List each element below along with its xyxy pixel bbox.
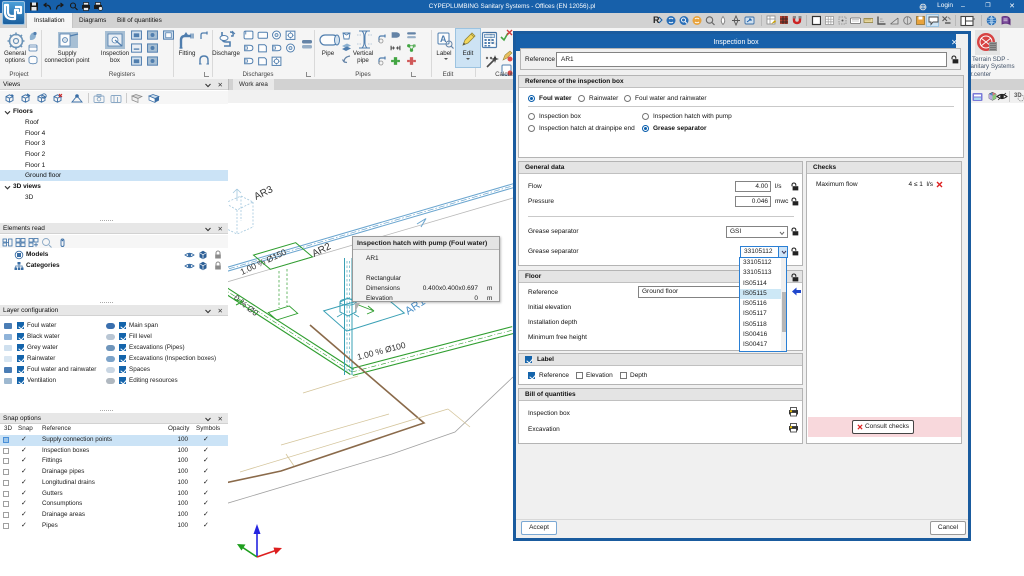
- svg-text:AR2: AR2: [310, 241, 333, 260]
- svg-text:AR3: AR3: [252, 184, 275, 203]
- svg-text:1.00 % Ø100: 1.00 % Ø100: [356, 340, 407, 362]
- svg-text:R: R: [653, 15, 660, 25]
- svg-text:0 % Ø0: 0 % Ø0: [232, 293, 261, 319]
- svg-text:3D: 3D: [1014, 93, 1022, 99]
